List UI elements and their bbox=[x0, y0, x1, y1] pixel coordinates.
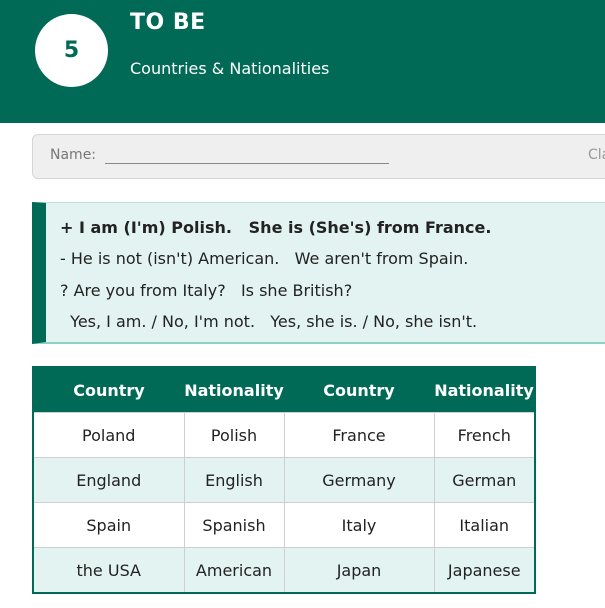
column-header: Country bbox=[33, 367, 184, 413]
table-cell: Germany bbox=[283, 457, 435, 503]
name-field[interactable] bbox=[105, 163, 389, 164]
table-cell: France bbox=[283, 412, 435, 458]
table-cell: Poland bbox=[32, 412, 185, 458]
table-cell: Spain bbox=[32, 502, 185, 548]
table-cell: Spanish bbox=[183, 502, 285, 548]
header-banner: 5 TO BE Countries & Nationalities bbox=[0, 0, 605, 123]
class-label: Cla bbox=[588, 147, 605, 163]
countries-nationalities-table: Country Nationality Country Nationality … bbox=[32, 366, 536, 594]
table-cell: French bbox=[433, 412, 536, 458]
column-header: Nationality bbox=[184, 367, 284, 413]
table-cell: Japanese bbox=[433, 547, 536, 594]
table-cell: Japan bbox=[283, 547, 435, 594]
table-row: the USA American Japan Japanese bbox=[32, 547, 536, 594]
vocabulary-table-wrapper: Country Nationality Country Nationality … bbox=[32, 366, 536, 594]
table-cell: German bbox=[433, 457, 536, 503]
column-header: Country bbox=[284, 367, 434, 413]
table-cell: Polish bbox=[183, 412, 285, 458]
grammar-affirmative: + I am (I'm) Polish. She is (She's) from… bbox=[60, 218, 492, 237]
table-cell: Italy bbox=[283, 502, 435, 548]
unit-number-badge: 5 bbox=[35, 14, 108, 87]
table-cell: English bbox=[183, 457, 285, 503]
table-row: England English Germany German bbox=[32, 457, 536, 503]
table-cell: American bbox=[183, 547, 285, 594]
table-cell: the USA bbox=[32, 547, 185, 594]
table-header-row: Country Nationality Country Nationality bbox=[33, 367, 535, 413]
grammar-question: ? Are you from Italy? Is she British? bbox=[60, 281, 353, 300]
name-label: Name: bbox=[50, 147, 97, 163]
name-class-bar: Name: Cla bbox=[32, 134, 605, 179]
table-row: Spain Spanish Italy Italian bbox=[32, 502, 536, 548]
grammar-short-answers: Yes, I am. / No, I'm not. Yes, she is. /… bbox=[60, 312, 478, 331]
column-header: Nationality bbox=[434, 367, 535, 413]
table-cell: England bbox=[32, 457, 185, 503]
table-cell: Italian bbox=[433, 502, 536, 548]
grammar-negative: - He is not (isn't) American. We aren't … bbox=[60, 249, 469, 268]
page-title: TO BE bbox=[130, 10, 206, 35]
table-row: Poland Polish France French bbox=[32, 412, 536, 458]
grammar-box: + I am (I'm) Polish. She is (She's) from… bbox=[32, 202, 605, 344]
page-subtitle: Countries & Nationalities bbox=[130, 59, 330, 78]
